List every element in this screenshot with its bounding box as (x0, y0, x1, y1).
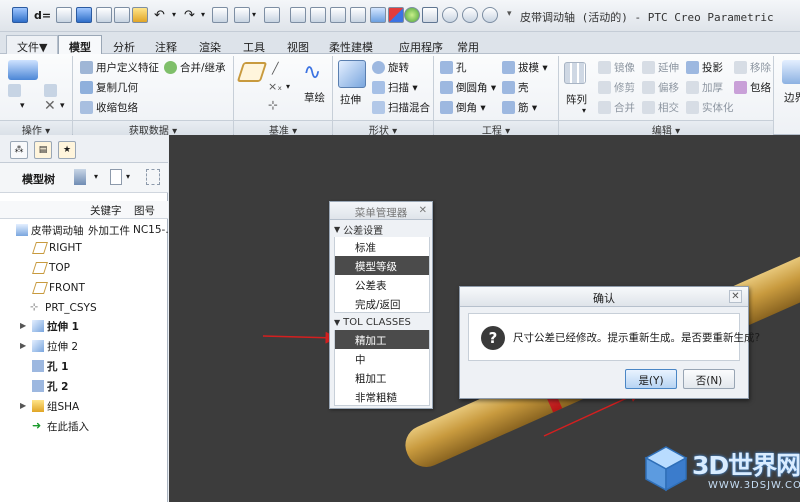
menu-item-finishing[interactable]: 精加工 (334, 330, 430, 349)
menu-close-icon[interactable]: ✕ (419, 205, 427, 216)
menu-manager: 菜单管理器 ✕ ▼ 公差设置 标准 模型等级 公差表 完成/返回 ▼ TOL CLA… (329, 201, 433, 409)
arrow-to-finishing (262, 331, 338, 344)
watermark-brand: 3D世界网 (692, 451, 800, 480)
cube-logo-icon (644, 446, 688, 492)
yes-button[interactable]: 是(Y) (625, 369, 677, 389)
menu-manager-title: 菜单管理器 (330, 202, 432, 220)
collapse-icon: ▼ (334, 317, 341, 327)
watermark: 3D世界网 WWW.3DSJW.COM (642, 442, 800, 500)
menu-section-tolerance[interactable]: ▼ 公差设置 (332, 222, 430, 237)
menu-item-model-grade[interactable]: 模型等级 (334, 256, 430, 275)
menu-item-medium[interactable]: 中 (334, 349, 430, 368)
confirm-dialog: 确认 ✕ ? 尺寸公差已经修改。提示重新生成。是否要重新生成? 是(Y) 否(N… (459, 286, 760, 399)
dialog-close-icon[interactable]: ✕ (729, 290, 742, 303)
menu-item-standard[interactable]: 标准 (334, 237, 430, 256)
no-button[interactable]: 否(N) (683, 369, 735, 389)
dialog-message: 尺寸公差已经修改。提示重新生成。是否要重新生成? (513, 332, 761, 344)
menu-item-done-return[interactable]: 完成/返回 (334, 294, 430, 313)
menu-item-very-rough[interactable]: 非常粗糙 (334, 387, 430, 406)
menu-item-rough[interactable]: 粗加工 (334, 368, 430, 387)
question-icon: ? (481, 326, 505, 350)
menu-item-tolerance-table[interactable]: 公差表 (334, 275, 430, 294)
menu-section-tol-classes[interactable]: ▼ TOL CLASSES (332, 315, 430, 329)
dialog-body: ? 尺寸公差已经修改。提示重新生成。是否要重新生成? (468, 313, 760, 361)
dialog-title: 确认 (460, 287, 748, 307)
watermark-url: WWW.3DSJW.COM (708, 480, 800, 491)
collapse-icon: ▼ (334, 224, 341, 234)
